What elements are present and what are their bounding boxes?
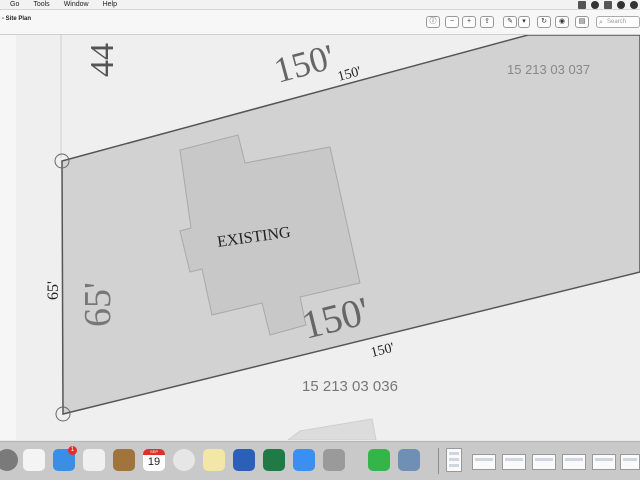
zoom-out-icon: − xyxy=(449,18,455,25)
dock-app-app-store[interactable] xyxy=(293,449,315,471)
menu-go[interactable]: Go xyxy=(10,1,19,8)
parcel-id-top: 15 213 03 037 xyxy=(507,62,590,77)
dock-trash[interactable] xyxy=(620,454,640,470)
dock-app-word[interactable] xyxy=(233,449,255,471)
calendar-month: SEP xyxy=(143,449,165,455)
share-icon: ⇪ xyxy=(484,18,490,25)
dock-window-thumbnail-1[interactable] xyxy=(472,454,496,470)
search-icon: ⌕ xyxy=(599,19,603,26)
dock-app-mail[interactable]: 1 xyxy=(53,446,77,471)
wifi-icon[interactable] xyxy=(617,1,625,9)
bottom-dimension-small: 150' xyxy=(369,341,395,361)
zoom-out-button[interactable]: − xyxy=(445,16,459,28)
dock-window-thumbnail-3[interactable] xyxy=(532,454,556,470)
highlight-icon: ◉ xyxy=(558,18,566,25)
chevron-down-icon: ▾ xyxy=(522,18,526,25)
rotate-icon: ↻ xyxy=(541,18,547,25)
menu-help[interactable]: Help xyxy=(103,1,117,8)
search-field[interactable]: ⌕ Search xyxy=(596,16,640,28)
dock-app-notes-folder[interactable] xyxy=(113,449,135,471)
dock: 1 SEP 19 xyxy=(0,441,640,480)
menu-tools[interactable]: Tools xyxy=(33,1,49,8)
markup-button[interactable]: ✎ xyxy=(503,16,517,28)
info-button[interactable]: ⓘ xyxy=(426,16,440,28)
sidebar-toggle-button[interactable]: ▤ xyxy=(575,16,589,28)
user-icon[interactable] xyxy=(591,1,599,9)
window-title: - Site Plan xyxy=(2,16,32,22)
adjacent-structure xyxy=(287,418,377,440)
site-plan-drawing: 44 150' 150' 15 213 03 037 EXISTING 150'… xyxy=(0,35,640,440)
left-dimension-outer: 65' xyxy=(45,281,62,300)
dock-app-photos[interactable] xyxy=(83,449,105,471)
dock-separator xyxy=(438,448,439,474)
dock-app-notes[interactable] xyxy=(203,449,225,471)
dock-app-facetime[interactable] xyxy=(368,449,390,471)
menu-window[interactable]: Window xyxy=(64,1,89,8)
dock-window-thumbnail-2[interactable] xyxy=(502,454,526,470)
menu-bar: Go Tools Window Help xyxy=(0,0,640,10)
dock-app-launchpad[interactable] xyxy=(23,449,45,471)
page-margin xyxy=(0,35,16,440)
left-dimension-inner: 65' xyxy=(77,282,119,327)
lot-boundary xyxy=(61,35,640,415)
top-dimension-large: 150' xyxy=(270,36,339,90)
search-placeholder: Search xyxy=(607,19,627,25)
dock-app-preview[interactable] xyxy=(398,449,420,471)
dock-app-excel[interactable] xyxy=(263,449,285,471)
dock-window-thumbnail-5[interactable] xyxy=(592,454,616,470)
dock-app-chrome[interactable] xyxy=(173,449,195,471)
zoom-in-icon: + xyxy=(466,18,472,25)
mail-badge: 1 xyxy=(68,446,77,455)
highlight-button[interactable]: ◉ xyxy=(555,16,569,28)
pen-icon: ✎ xyxy=(507,18,513,25)
street-number-label: 44 xyxy=(84,43,121,77)
preview-toolbar: - Site Plan ⓘ − + ⇪ ✎ ▾ ↻ ◉ ▤ ⌕ Search xyxy=(0,10,640,35)
parcel-id-bottom: 15 213 03 036 xyxy=(302,378,398,395)
rotate-button[interactable]: ↻ xyxy=(537,16,551,28)
calendar-day: 19 xyxy=(147,456,161,468)
spotlight-icon[interactable] xyxy=(630,1,638,9)
markup-menu-button[interactable]: ▾ xyxy=(518,16,530,28)
dock-app-settings[interactable] xyxy=(0,449,18,471)
dock-app-printer[interactable] xyxy=(323,449,345,471)
zoom-in-button[interactable]: + xyxy=(462,16,476,28)
screen-record-icon[interactable] xyxy=(578,1,586,9)
control-center-icon[interactable] xyxy=(604,1,612,9)
info-icon: ⓘ xyxy=(429,18,437,25)
dock-window-thumbnail-4[interactable] xyxy=(562,454,586,470)
document-view[interactable]: 44 150' 150' 15 213 03 037 EXISTING 150'… xyxy=(0,35,640,440)
status-icons xyxy=(578,1,638,9)
share-button[interactable]: ⇪ xyxy=(480,16,494,28)
sidebar-icon: ▤ xyxy=(578,18,586,25)
dock-document-thumbnail[interactable] xyxy=(446,448,462,472)
dock-app-calendar[interactable]: SEP 19 xyxy=(143,449,165,471)
